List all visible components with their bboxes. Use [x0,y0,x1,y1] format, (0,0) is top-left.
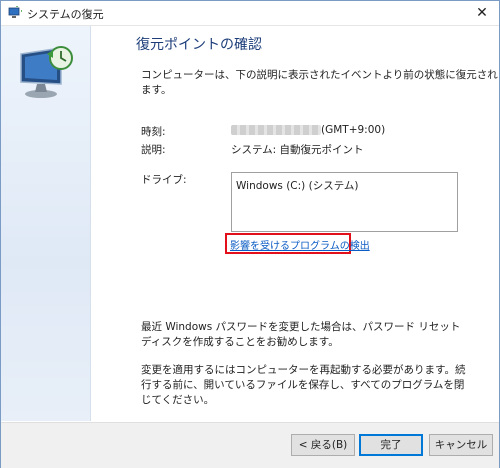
page-title: 復元ポイントの確認 [136,37,262,53]
title-bar: システムの復元 ✕ [1,1,499,26]
cancel-button[interactable]: キャンセル [429,434,493,456]
list-item[interactable]: Windows (C:) (システム) [236,178,359,193]
drive-label: ドライブ: [141,174,187,186]
password-note: 最近 Windows パスワードを変更した場合は、パスワード リセット ディスク… [141,321,461,348]
window-title: システムの復元 [27,8,104,21]
time-timezone: (GMT+9:00) [321,124,386,136]
description-value: システム: 自動復元ポイント [231,144,364,156]
back-button[interactable]: < 戻る(B) [291,434,355,456]
time-value-redacted [231,125,321,135]
system-restore-app-icon [8,6,22,18]
button-bar [1,422,499,468]
finish-button[interactable]: 完了 [359,434,423,456]
description-label: 説明: [141,144,166,156]
system-restore-window: システムの復元 ✕ 復元ポイントの確認 コンピューターは、下の説明に表示されたイ… [0,0,500,468]
scan-affected-programs-link[interactable]: 影響を受けるプログラムの検出 [230,237,370,252]
drive-list[interactable]: Windows (C:) (システム) [231,172,458,232]
left-banner [1,26,91,421]
close-icon[interactable]: ✕ [465,1,499,25]
system-restore-monitor-icon [20,46,73,98]
time-label: 時刻: [141,126,166,138]
restart-note: 変更を適用するにはコンピューターを再起動する必要があります。続行する前に、開いて… [141,364,466,406]
page-description: コンピューターは、下の説明に表示されたイベントより前の状態に復元されます。 [141,69,498,96]
